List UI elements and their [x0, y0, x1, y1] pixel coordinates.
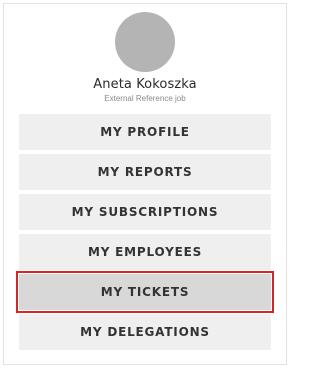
menu-item-my-profile[interactable]: MY PROFILE — [19, 114, 271, 150]
user-role: External Reference job — [104, 94, 186, 103]
avatar — [115, 12, 175, 72]
profile-menu: MY PROFILE MY REPORTS MY SUBSCRIPTIONS M… — [16, 114, 274, 354]
menu-item-my-reports[interactable]: MY REPORTS — [19, 154, 271, 190]
menu-item-my-delegations[interactable]: MY DELEGATIONS — [19, 314, 271, 350]
menu-item-my-employees[interactable]: MY EMPLOYEES — [19, 234, 271, 270]
user-name: Aneta Kokoszka — [93, 77, 197, 92]
profile-menu-card: Aneta Kokoszka External Reference job MY… — [3, 3, 287, 365]
menu-item-my-tickets[interactable]: MY TICKETS — [16, 271, 274, 313]
menu-item-my-subscriptions[interactable]: MY SUBSCRIPTIONS — [19, 194, 271, 230]
